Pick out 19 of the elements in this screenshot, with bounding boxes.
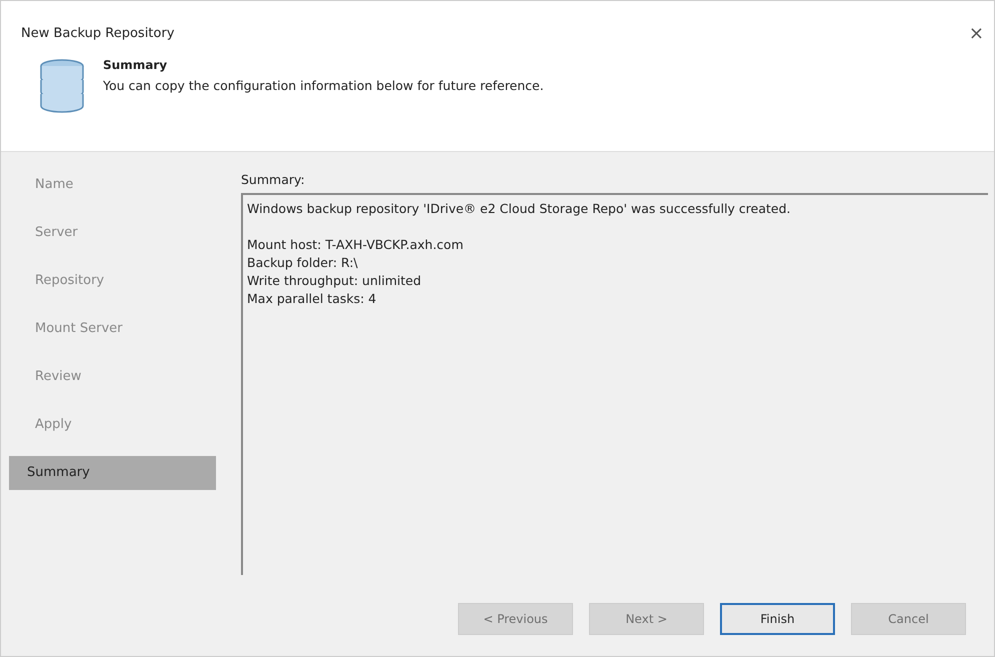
summary-line: Mount host: T-AXH-VBCKP.axh.com [247, 236, 464, 254]
window-title: New Backup Repository [21, 26, 174, 41]
wizard-step[interactable]: Summary [9, 456, 216, 490]
wizard-step[interactable]: Server [9, 222, 216, 244]
summary-label: Summary: [241, 172, 306, 187]
page-title: Summary [103, 58, 168, 72]
wizard-step[interactable]: Repository [9, 270, 216, 292]
wizard-step[interactable]: Mount Server [9, 318, 216, 340]
page-description: You can copy the configuration information below for future reference. [103, 78, 544, 93]
summary-text-area[interactable]: Windows backup repository 'IDrive® e2 Cloud Storage Repo' was successfully created. Mount host: T-AXH-VBCKP.axh.com Backup folder: R:\ Write throughput: unlimited Max parallel tasks: 4 [241, 193, 988, 575]
close-button[interactable]: × [968, 23, 984, 44]
wizard-step[interactable]: Name [9, 174, 216, 196]
summary-message: Windows backup repository 'IDrive® e2 Cloud Storage Repo' was successfully created. [247, 200, 792, 218]
summary-line: Backup folder: R:\ [247, 254, 359, 272]
summary-line: Write throughput: unlimited [247, 272, 422, 290]
wizard-step[interactable]: Review [9, 366, 216, 388]
wizard-button[interactable]: Finish [720, 602, 835, 634]
summary-line: Max parallel tasks: 4 [247, 290, 378, 308]
wizard-step[interactable]: Apply [9, 414, 216, 436]
